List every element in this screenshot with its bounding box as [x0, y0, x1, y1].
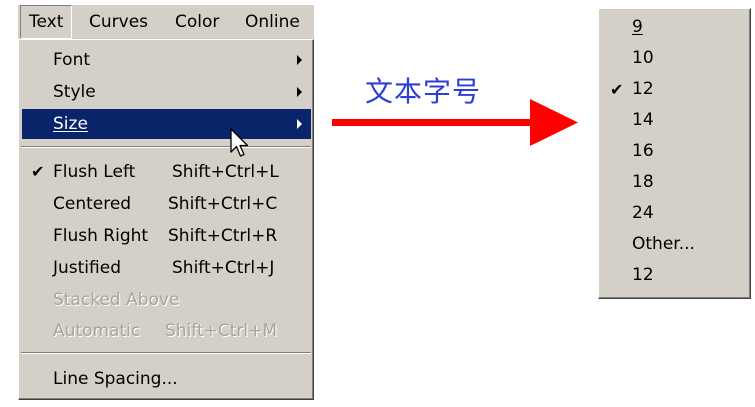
submenu-item-size-14[interactable]: 14: [602, 105, 748, 136]
menu-item-shortcut: Shift+Ctrl+R: [168, 226, 278, 246]
checkmark-icon: ✔: [610, 80, 624, 99]
mouse-pointer-icon: [230, 128, 249, 157]
menu-separator: [21, 146, 311, 148]
submenu-item-label: 24: [632, 203, 654, 223]
menu-color[interactable]: Color: [175, 5, 219, 39]
menu-text[interactable]: Text: [20, 5, 73, 39]
submenu-item-label: Other...: [632, 234, 695, 254]
menu-item-shortcut: Shift+Ctrl+L: [172, 162, 279, 182]
menu-item-size[interactable]: Size: [22, 109, 311, 139]
menu-item-label: Flush Right: [53, 226, 149, 246]
submenu-item-size-24[interactable]: 24: [602, 198, 748, 229]
menu-online[interactable]: Online: [245, 5, 300, 39]
menu-item-shortcut: Shift+Ctrl+J: [172, 258, 275, 278]
submenu-arrow-icon: [297, 55, 302, 65]
size-submenu: 9 10 ✔ 12 14 16 18 24 Other... 12: [598, 8, 751, 299]
submenu-item-label: 14: [632, 110, 654, 130]
menu-item-flush-right[interactable]: Flush Right Shift+Ctrl+R: [22, 221, 311, 251]
menu-item-line-spacing[interactable]: Line Spacing...: [22, 364, 311, 394]
menu-item-label: Line Spacing...: [53, 369, 178, 389]
submenu-item-size-custom[interactable]: 12: [602, 260, 748, 291]
menu-item-stacked-above: Stacked Above: [22, 285, 311, 315]
submenu-item-label: 12: [632, 265, 654, 285]
menu-item-label: Font: [53, 50, 91, 70]
submenu-item-other[interactable]: Other...: [602, 229, 748, 260]
menu-curves[interactable]: Curves: [89, 5, 148, 39]
submenu-item-label: 12: [632, 79, 654, 99]
menu-bar: Text Curves Color Online: [18, 5, 314, 39]
submenu-item-size-9[interactable]: 9: [602, 12, 748, 43]
submenu-item-label: 10: [632, 48, 654, 68]
red-arrow-icon: [332, 99, 578, 146]
menu-item-font[interactable]: Font: [22, 45, 311, 75]
menu-item-label: Flush Left: [53, 162, 136, 182]
checkmark-icon: ✔: [31, 162, 45, 181]
menu-item-label: Style: [53, 82, 96, 102]
menu-item-label: Automatic: [53, 321, 141, 341]
menu-item-centered[interactable]: Centered Shift+Ctrl+C: [22, 189, 311, 219]
menu-item-automatic: Automatic Shift+Ctrl+M: [22, 316, 311, 346]
submenu-arrow-icon: [297, 87, 302, 97]
submenu-item-size-16[interactable]: 16: [602, 136, 748, 167]
submenu-item-size-18[interactable]: 18: [602, 167, 748, 198]
menu-item-justified[interactable]: Justified Shift+Ctrl+J: [22, 253, 311, 283]
menu-item-style[interactable]: Style: [22, 77, 311, 107]
menu-item-label: Centered: [53, 194, 132, 214]
submenu-arrow-icon: [297, 119, 302, 129]
menu-item-label: Stacked Above: [53, 290, 180, 310]
menu-separator: [21, 352, 311, 354]
menu-item-label: Size: [53, 114, 88, 134]
submenu-item-label: 16: [632, 141, 654, 161]
menu-item-shortcut: Shift+Ctrl+C: [168, 194, 278, 214]
submenu-item-size-12[interactable]: ✔ 12: [602, 74, 748, 105]
text-menu: Font Style Size ✔ Flush Left Shift+Ctrl+…: [18, 39, 314, 400]
submenu-item-size-10[interactable]: 10: [602, 43, 748, 74]
submenu-item-label: 9: [632, 17, 643, 37]
submenu-item-label: 18: [632, 172, 654, 192]
menu-item-shortcut: Shift+Ctrl+M: [165, 321, 278, 341]
menu-item-label: Justified: [53, 258, 121, 278]
menu-item-flush-left[interactable]: ✔ Flush Left Shift+Ctrl+L: [22, 157, 311, 187]
